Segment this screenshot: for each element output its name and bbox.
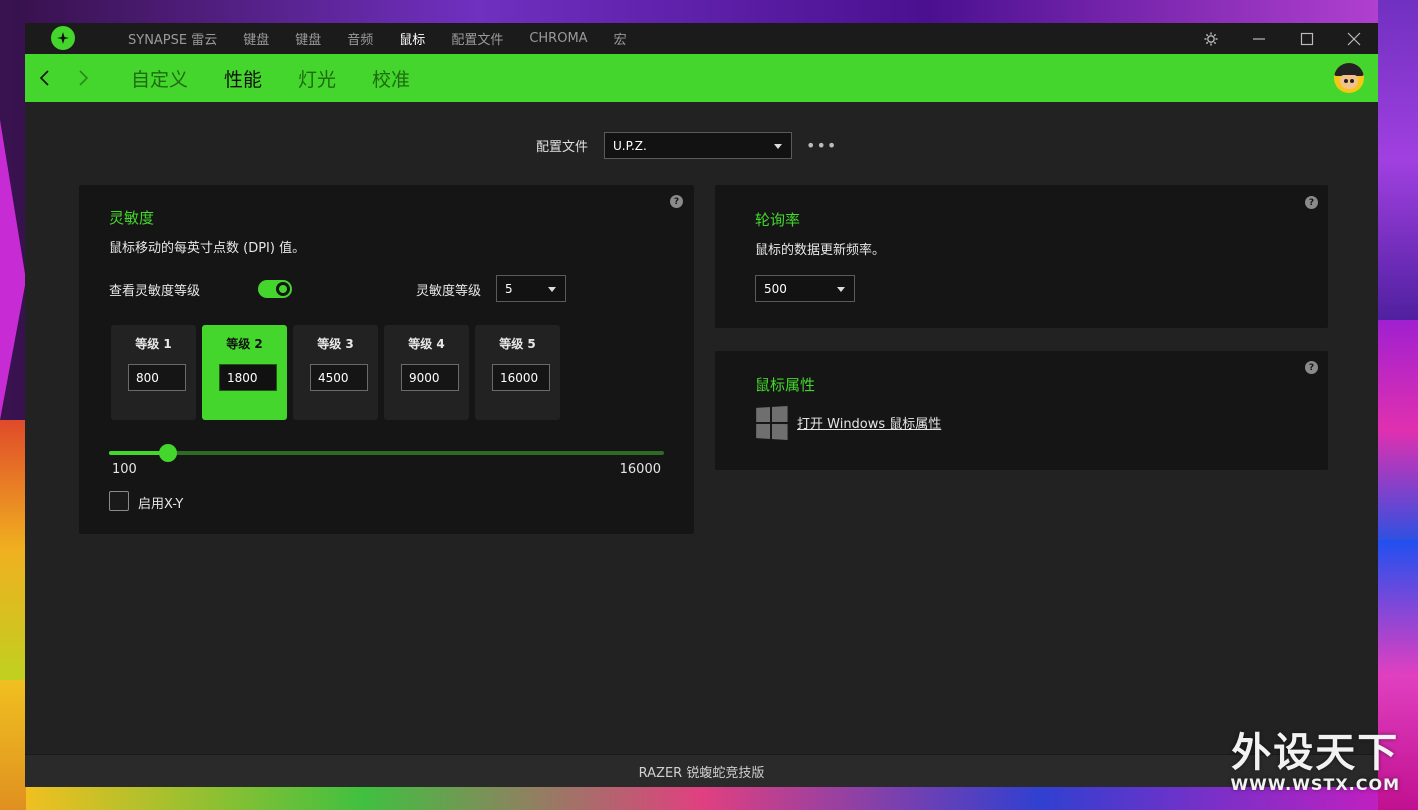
help-icon[interactable]: ? — [1305, 196, 1318, 209]
mouse-properties-title: 鼠标属性 — [755, 376, 816, 394]
close-icon[interactable] — [1330, 23, 1378, 54]
chevron-down-icon — [548, 287, 556, 292]
dpi-stage-3[interactable]: 等级 3 4500 — [293, 325, 378, 420]
tab-calibration[interactable]: 校准 — [354, 65, 428, 92]
stage-label: 等级 5 — [499, 337, 536, 351]
topnav-item-synapse[interactable]: SYNAPSE 雷云 — [115, 29, 230, 48]
topnav-item-keyboard-2[interactable]: 键盘 — [282, 29, 334, 48]
enable-xy-label: 启用X-Y — [138, 497, 184, 512]
tab-performance[interactable]: 性能 — [206, 65, 280, 92]
watermark-url: WWW.WSTX.COM — [1230, 775, 1400, 794]
stage-count-dropdown[interactable]: 5 — [496, 275, 566, 302]
wallpaper-shard — [1378, 0, 1418, 320]
settings-icon[interactable] — [1187, 23, 1235, 54]
stages-toggle-label: 查看灵敏度等级 — [109, 284, 201, 299]
top-navigation: SYNAPSE 雷云 键盘 键盘 音频 鼠标 配置文件 CHROMA 宏 — [115, 23, 640, 54]
minimize-icon[interactable] — [1235, 23, 1283, 54]
stage-dpi-input[interactable]: 9000 — [401, 364, 459, 391]
topnav-item-keyboard[interactable]: 键盘 — [230, 29, 282, 48]
maximize-icon[interactable] — [1283, 23, 1331, 54]
dpi-slider[interactable] — [109, 444, 664, 462]
topnav-item-audio[interactable]: 音频 — [334, 29, 386, 48]
dpi-stage-1[interactable]: 等级 1 800 — [111, 325, 196, 420]
avatar[interactable] — [1334, 63, 1364, 93]
polling-rate-panel: ? 轮询率 鼠标的数据更新频率。 500 — [715, 185, 1328, 328]
device-name: RAZER 锐蝮蛇竞技版 — [638, 765, 765, 781]
stages-toggle[interactable] — [258, 280, 292, 298]
sensitivity-title: 灵敏度 — [109, 209, 155, 227]
stage-dpi-input[interactable]: 4500 — [310, 364, 368, 391]
stage-label: 等级 1 — [135, 337, 172, 351]
watermark-title: 外设天下 — [1231, 730, 1400, 776]
wallpaper-shard — [0, 680, 26, 810]
stage-count-label: 灵敏度等级 — [416, 284, 482, 299]
help-icon[interactable]: ? — [670, 195, 683, 208]
stage-label: 等级 3 — [317, 337, 354, 351]
enable-xy-checkbox[interactable] — [109, 491, 129, 511]
dpi-slider-thumb[interactable] — [159, 444, 178, 462]
stage-count-value: 5 — [505, 281, 513, 296]
sensitivity-description: 鼠标移动的每英寸点数 (DPI) 值。 — [109, 241, 306, 256]
sensitivity-panel: ? 灵敏度 鼠标移动的每英寸点数 (DPI) 值。 查看灵敏度等级 灵敏度等级 … — [79, 185, 694, 534]
topnav-item-mouse[interactable]: 鼠标 — [386, 29, 438, 48]
mouse-properties-panel: ? 鼠标属性 打开 Windows 鼠标属性 — [715, 351, 1328, 470]
profile-dropdown[interactable]: U.P.Z. — [604, 132, 793, 159]
slider-min-label: 100 — [112, 462, 137, 477]
wallpaper-shard — [1378, 320, 1418, 540]
tab-lighting[interactable]: 灯光 — [280, 65, 354, 92]
dpi-stage-4[interactable]: 等级 4 9000 — [384, 325, 469, 420]
stage-dpi-input[interactable]: 16000 — [492, 364, 550, 391]
synapse-window: SYNAPSE 雷云 键盘 键盘 音频 鼠标 配置文件 CHROMA 宏 自定义… — [25, 23, 1378, 787]
section-header-bar: 自定义 性能 灯光 校准 — [25, 54, 1378, 102]
stage-label: 等级 4 — [408, 337, 445, 351]
topnav-item-chroma[interactable]: CHROMA — [516, 31, 600, 46]
help-icon[interactable]: ? — [1305, 361, 1318, 374]
profile-selector-row: 配置文件 U.P.Z. ••• — [536, 132, 837, 159]
polling-title: 轮询率 — [755, 211, 801, 229]
wallpaper-shard — [0, 120, 26, 420]
topnav-item-macro[interactable]: 宏 — [601, 29, 640, 48]
open-windows-mouse-properties-link[interactable]: 打开 Windows 鼠标属性 — [797, 413, 941, 432]
device-name-footer: RAZER 锐蝮蛇竞技版 — [25, 754, 1378, 787]
windows-logo-icon — [756, 406, 788, 440]
chevron-down-icon — [774, 144, 783, 149]
site-watermark: 外设天下 WWW.WSTX.COM — [1231, 731, 1400, 794]
polling-description: 鼠标的数据更新频率。 — [755, 243, 886, 258]
main-content: 配置文件 U.P.Z. ••• ? 灵敏度 鼠标移动的每英寸点数 (DPI) 值… — [25, 102, 1378, 754]
polling-rate-value: 500 — [764, 281, 787, 296]
razer-logo-icon[interactable] — [51, 26, 75, 50]
chevron-down-icon — [837, 287, 845, 292]
profile-dropdown-value: U.P.Z. — [613, 138, 647, 153]
stage-dpi-input[interactable]: 800 — [128, 364, 186, 391]
dpi-stage-5[interactable]: 等级 5 16000 — [475, 325, 560, 420]
wallpaper-shard — [26, 0, 1378, 24]
stage-label: 等级 2 — [226, 337, 263, 351]
back-arrow-icon[interactable] — [33, 66, 57, 90]
slider-max-label: 16000 — [619, 462, 661, 477]
dpi-stage-2[interactable]: 等级 2 1800 — [202, 325, 287, 420]
wallpaper-shard — [0, 420, 26, 680]
tab-customize[interactable]: 自定义 — [113, 65, 206, 92]
more-options-icon[interactable]: ••• — [806, 136, 837, 155]
forward-arrow-icon[interactable] — [71, 66, 95, 90]
title-bar: SYNAPSE 雷云 键盘 键盘 音频 鼠标 配置文件 CHROMA 宏 — [25, 23, 1378, 54]
stage-dpi-input[interactable]: 1800 — [219, 364, 277, 391]
wallpaper-shard — [26, 786, 1378, 810]
polling-rate-dropdown[interactable]: 500 — [755, 275, 855, 302]
sub-navigation: 自定义 性能 灯光 校准 — [113, 54, 428, 102]
topnav-item-profiles[interactable]: 配置文件 — [438, 29, 516, 48]
profile-label: 配置文件 — [536, 140, 589, 155]
